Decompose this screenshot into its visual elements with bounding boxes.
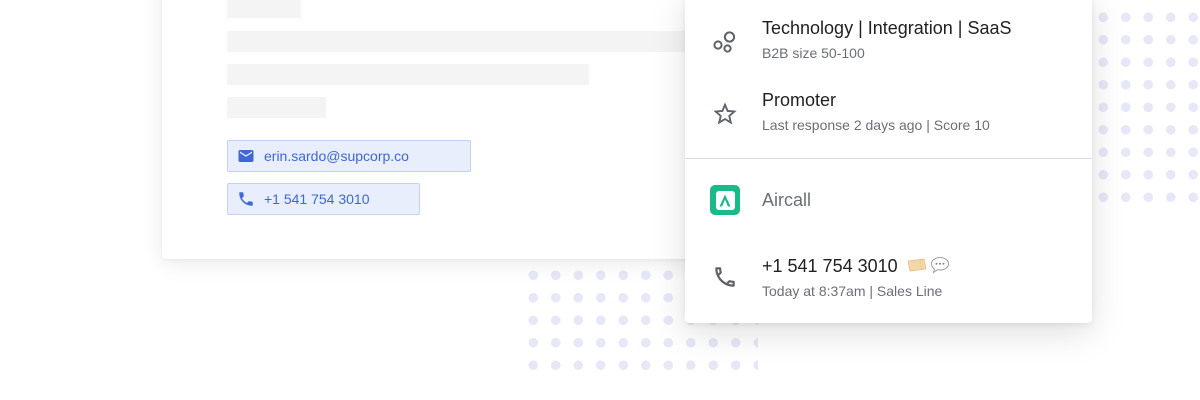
placeholder-line <box>227 97 326 118</box>
placeholder-line <box>227 64 589 85</box>
phone-icon <box>711 263 739 291</box>
speech-bubble-icon <box>930 257 949 274</box>
decorative-dot-pattern <box>1092 6 1200 212</box>
section-divider <box>685 158 1092 159</box>
call-number-text: +1 541 754 3010 <box>762 256 898 276</box>
mail-icon <box>237 147 255 165</box>
phone-icon <box>237 190 255 208</box>
nps-row[interactable]: Promoter Last response 2 days ago | Scor… <box>685 62 1092 150</box>
call-log-row[interactable]: +1 541 754 3010 Today at 8:37am | Sales … <box>685 240 1092 323</box>
aircall-integration-row[interactable]: Aircall <box>685 160 1092 240</box>
call-detail: Today at 8:37am | Sales Line <box>762 283 943 299</box>
industry-title: Technology | Integration | SaaS <box>762 18 1012 38</box>
aircall-logo <box>710 185 740 215</box>
segments-icon <box>711 28 739 56</box>
call-number: +1 541 754 3010 <box>762 256 953 277</box>
phone-chip[interactable]: +1 541 754 3010 <box>227 183 420 215</box>
placeholder-line <box>227 31 762 52</box>
ticket-icon <box>907 258 927 272</box>
email-chip[interactable]: erin.sardo@supcorp.co <box>227 140 471 172</box>
integration-name: Aircall <box>762 190 812 210</box>
insights-panel: Technology | Integration | SaaS B2B size… <box>685 0 1092 323</box>
nps-title: Promoter <box>762 90 837 110</box>
star-outline-icon <box>711 100 739 128</box>
industry-subtitle: B2B size 50-100 <box>762 45 865 61</box>
industry-row[interactable]: Technology | Integration | SaaS B2B size… <box>685 0 1092 62</box>
contact-card: erin.sardo@supcorp.co +1 541 754 3010 <box>162 0 762 259</box>
placeholder-line <box>227 0 301 18</box>
stage: erin.sardo@supcorp.co +1 541 754 3010 Te… <box>0 0 1200 400</box>
nps-subtitle: Last response 2 days ago | Score 10 <box>762 117 990 133</box>
email-text: erin.sardo@supcorp.co <box>264 148 409 164</box>
phone-text: +1 541 754 3010 <box>264 191 370 207</box>
